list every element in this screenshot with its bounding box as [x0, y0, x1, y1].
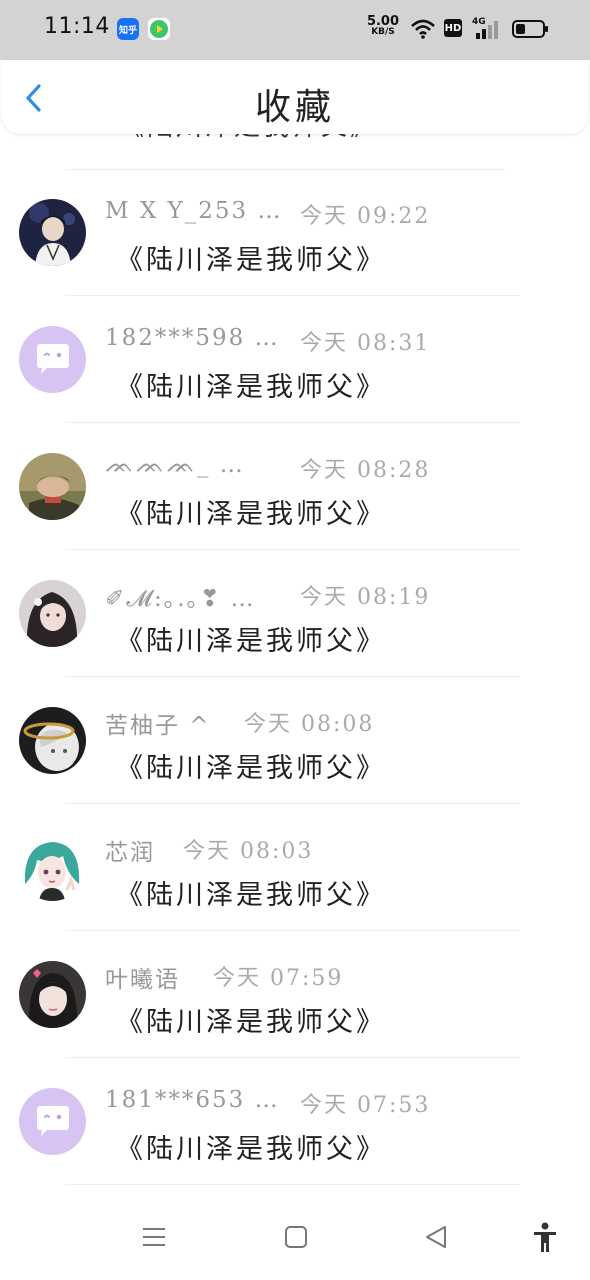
home-square-icon[interactable] — [283, 1224, 309, 1254]
default-avatar-chat-icon — [19, 1088, 86, 1155]
menu-icon[interactable] — [141, 1224, 167, 1254]
list-item[interactable]: 181***653 … 今天 07:53 《陆川泽是我师父》 — [0, 1059, 590, 1185]
divider — [65, 1057, 520, 1058]
divider — [65, 295, 520, 296]
message-text: 《陆川泽是我师父》 — [116, 880, 386, 911]
sender-name: 叶曦语 — [105, 967, 180, 993]
back-triangle-icon[interactable] — [423, 1224, 449, 1254]
avatar — [19, 580, 86, 647]
avatar — [19, 1088, 86, 1155]
avatar — [19, 326, 86, 393]
status-bar: 11:14 知乎 5.00 KB/S HD 4G — [0, 0, 590, 60]
list-item[interactable]: 叶曦语 今天 07:59 《陆川泽是我师父》 — [0, 932, 590, 1058]
divider — [65, 422, 520, 423]
timestamp: 今天 08:31 — [300, 331, 431, 356]
wifi-icon — [410, 18, 436, 44]
sender-name: 苦柚子 ^ — [105, 713, 211, 739]
zhihu-app-icon: 知乎 — [117, 18, 139, 40]
video-app-icon — [148, 18, 170, 40]
sender-name: 181***653 … — [105, 1087, 280, 1113]
timestamp: 今天 07:53 — [300, 1093, 431, 1118]
list-item[interactable]: 苦柚子 ^ 今天 08:08 《陆川泽是我师父》 — [0, 678, 590, 804]
divider — [65, 930, 520, 931]
avatar — [19, 834, 86, 901]
message-text: 《陆川泽是我师父》 — [116, 753, 386, 784]
message-text: 《陆川泽是我师父》 — [116, 372, 386, 403]
divider — [65, 549, 520, 550]
signal-icon — [474, 20, 500, 44]
timestamp: 今天 08:03 — [183, 839, 314, 864]
avatar — [19, 707, 86, 774]
timestamp: 今天 08:28 — [300, 458, 431, 483]
network-speed: 5.00 KB/S — [366, 14, 400, 37]
message-text: 《陆川泽是我师父》 — [116, 1007, 386, 1038]
hd-icon: HD — [444, 19, 462, 37]
message-text: 《陆川泽是我师父》 — [116, 245, 386, 276]
timestamp: 今天 08:19 — [300, 585, 431, 610]
list-item[interactable]: ᨏᨏᨏ_ … 今天 08:28 《陆川泽是我师父》 — [0, 424, 590, 550]
message-text: 《陆川泽是我师父》 — [116, 626, 386, 657]
system-nav-bar — [0, 1200, 590, 1280]
sender-name: M X Y_253 … — [105, 198, 283, 224]
accessibility-icon[interactable] — [532, 1222, 558, 1258]
message-text: 《陆川泽是我师父》 — [116, 1134, 386, 1165]
timestamp: 今天 09:22 — [300, 204, 431, 229]
sender-name: 182***598 … — [105, 325, 280, 351]
timestamp: 今天 07:59 — [213, 966, 344, 991]
divider — [65, 676, 520, 677]
message-text: 《陆川泽是我师父》 — [116, 499, 386, 530]
list-item[interactable]: ✐𝓜:｡.｡❣ … 今天 08:19 《陆川泽是我师父》 — [0, 551, 590, 677]
list-item[interactable]: M X Y_253 … 今天 09:22 《陆川泽是我师父》 — [0, 170, 590, 296]
sender-name: ᨏᨏᨏ_ … — [105, 452, 245, 478]
default-avatar-chat-icon — [19, 326, 86, 393]
avatar — [19, 199, 86, 266]
avatar — [19, 453, 86, 520]
divider — [65, 803, 520, 804]
sender-name: 芯润 — [105, 840, 155, 866]
page-title: 收藏 — [254, 87, 335, 128]
timestamp: 今天 08:08 — [244, 712, 375, 737]
battery-icon — [512, 19, 550, 43]
divider — [65, 1184, 520, 1185]
sender-name: ✐𝓜:｡.｡❣ … — [105, 586, 256, 612]
list-item[interactable]: 182***598 … 今天 08:31 《陆川泽是我师父》 — [0, 297, 590, 423]
list-item[interactable]: 芯润 今天 08:03 《陆川泽是我师父》 — [0, 805, 590, 931]
status-time: 11:14 — [44, 14, 110, 39]
header-bar: 收藏 — [2, 60, 588, 134]
avatar — [19, 961, 86, 1028]
